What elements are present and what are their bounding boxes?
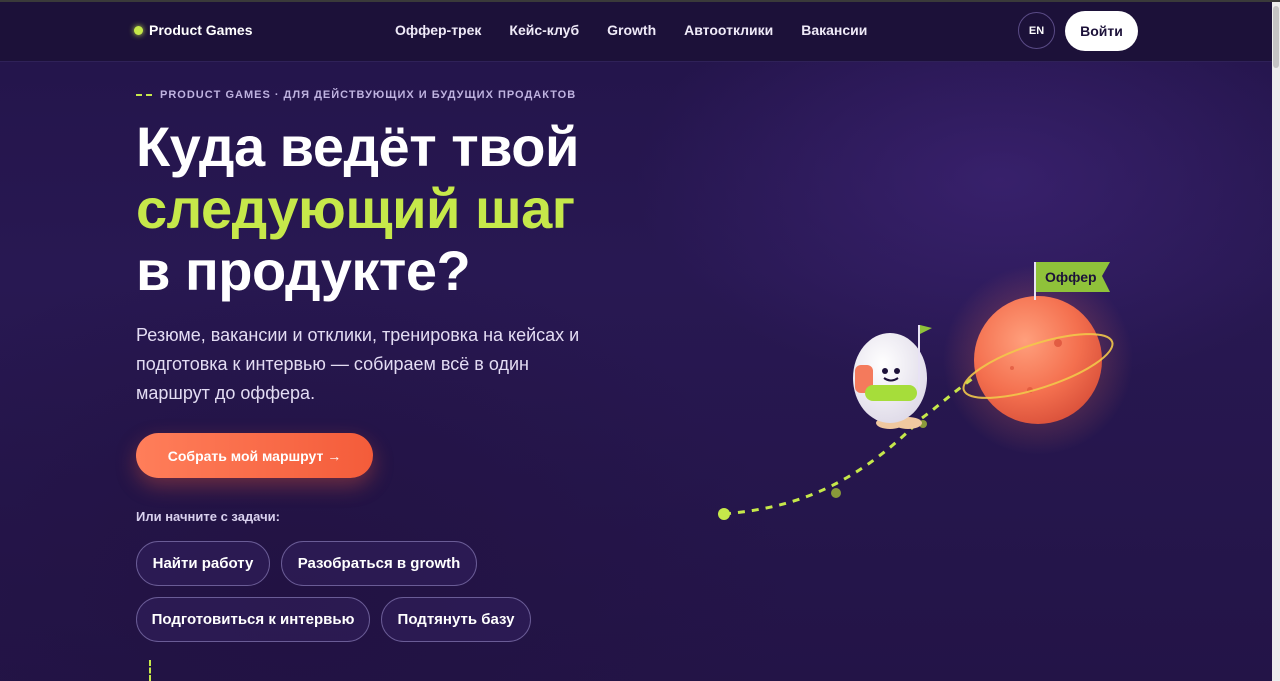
planet-crater: [1010, 366, 1014, 370]
route-start-dot: [718, 508, 730, 520]
scrollbar-thumb[interactable]: [1273, 6, 1279, 68]
hero-illustration: Оффер: [718, 262, 1133, 520]
task-chip-find-job[interactable]: Найти работу: [136, 541, 270, 586]
task-chip-basics[interactable]: Подтянуть базу: [381, 597, 531, 642]
eyebrow-dash-icon: [136, 94, 152, 96]
nav-item-case-club[interactable]: Кейс-клуб: [509, 22, 579, 38]
route-waypoint-dot: [831, 488, 841, 498]
login-button[interactable]: Войти: [1065, 11, 1138, 51]
hero-eyebrow: PRODUCT GAMES · ДЛЯ ДЕЙСТВУЮЩИХ И БУДУЩИ…: [136, 89, 576, 101]
planet-crater: [1054, 339, 1062, 347]
nav-item-autoresponses[interactable]: Автоотклики: [684, 22, 773, 38]
build-route-button[interactable]: Собрать мой маршрут →: [136, 433, 373, 478]
offer-flag-label: Оффер: [1045, 269, 1097, 285]
hero-title-accent: следующий шаг: [136, 177, 575, 240]
nav-item-vacancies[interactable]: Вакансии: [801, 22, 867, 38]
logo[interactable]: Product Games: [134, 22, 252, 38]
eyebrow-text: PRODUCT GAMES · ДЛЯ ДЕЙСТВУЮЩИХ И БУДУЩИ…: [160, 89, 577, 101]
route-path: [723, 418, 922, 516]
nav-item-growth[interactable]: Growth: [607, 22, 656, 38]
nav-item-offer-track[interactable]: Оффер-трек: [395, 22, 481, 38]
egg-character: [853, 325, 932, 429]
task-chip-interview[interactable]: Подготовиться к интервью: [136, 597, 370, 642]
task-chip-growth[interactable]: Разобраться в growth: [281, 541, 477, 586]
scrollbar[interactable]: [1272, 2, 1280, 681]
site-header: Product Games Оффер-трек Кейс-клуб Growt…: [0, 2, 1272, 62]
route-line-start: [149, 660, 151, 681]
logo-text: Product Games: [149, 22, 253, 38]
hero-title: Куда ведёт твой следующий шаг в продукте…: [136, 116, 579, 302]
hero-title-line1: Куда ведёт твой: [136, 115, 579, 178]
main-nav: Оффер-трек Кейс-клуб Growth Автоотклики …: [395, 22, 867, 38]
hero-title-line3: в продукте?: [136, 239, 471, 302]
logo-dot-icon: [134, 25, 143, 35]
language-switch-button[interactable]: EN: [1018, 12, 1055, 49]
hero-lead: Резюме, вакансии и отклики, тренировка н…: [136, 325, 580, 403]
tasks-label: Или начните с задачи:: [136, 509, 280, 524]
